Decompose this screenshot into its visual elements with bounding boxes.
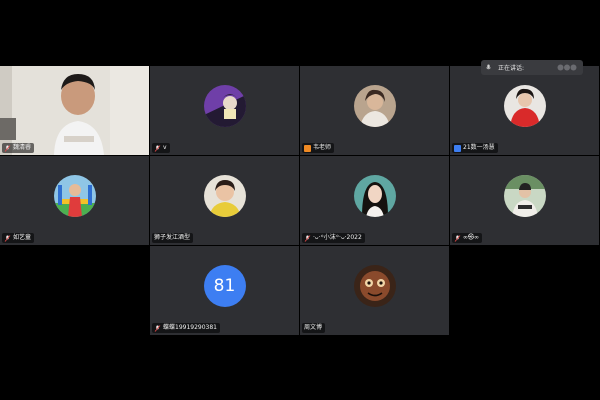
participant-tile[interactable]: 81 蝶蝶19919290381 <box>150 246 299 335</box>
participant-name: 如艺童 <box>13 234 32 241</box>
smiling-woman-avatar <box>203 175 246 217</box>
participant-nameplate: 21数一汤慧 <box>452 143 498 153</box>
woman-photo-avatar <box>353 85 396 127</box>
microphone-muted-icon <box>154 324 161 332</box>
participant-tile[interactable]: 韦老师 <box>300 66 449 155</box>
participant-tile[interactable]: 狮子发江酒型 <box>150 156 299 245</box>
participant-nameplate: 狮子发江酒型 <box>152 233 194 243</box>
camera-feed <box>0 66 149 155</box>
participant-name: ∞㉿∞ <box>463 234 479 241</box>
speaking-label: 正在讲话: <box>498 65 525 72</box>
participant-tile[interactable]: 21数一汤慧 <box>450 66 599 155</box>
meeting-gallery: 魏清睿 v 韦老师 21数一汤慧 如艺童 狮子发江酒型 ·ᴗ·꙳小沫꙳·ᴗ·20… <box>0 0 600 400</box>
participant-tile[interactable]: ∞㉿∞ <box>450 156 599 245</box>
participant-tile[interactable]: 魏清睿 <box>0 66 149 155</box>
participant-name: ·ᴗ·꙳小沫꙳·ᴗ·2022 <box>313 234 362 241</box>
participant-nameplate: 魏清睿 <box>2 143 35 153</box>
red-outfit-avatar <box>503 85 546 127</box>
participant-nameplate: ∞㉿∞ <box>452 233 482 243</box>
microphone-muted-icon <box>4 144 11 152</box>
anime-avatar <box>203 85 246 127</box>
participant-name: 魏清睿 <box>13 144 32 151</box>
microphone-muted-icon <box>304 234 311 242</box>
microphone-muted-icon <box>4 234 11 242</box>
participant-nameplate: 如艺童 <box>2 233 35 243</box>
participant-name: 周文博 <box>304 324 323 331</box>
participant-tile[interactable]: 周文博 <box>300 246 449 335</box>
brown-character-avatar <box>353 265 396 307</box>
active-speaker-indicator: 正在讲话: <box>481 60 583 75</box>
participant-nameplate: v <box>152 143 170 153</box>
figure-portrait-avatar <box>503 175 546 217</box>
participant-nameplate: ·ᴗ·꙳小沫꙳·ᴗ·2022 <box>302 233 365 243</box>
participant-name: 蝶蝶19919290381 <box>163 324 217 331</box>
speaking-dots-icon <box>557 64 577 71</box>
cohost-badge-icon <box>454 144 461 152</box>
dark-hair-woman-avatar <box>353 175 396 217</box>
number-avatar: 81 <box>203 265 246 307</box>
child-playground-avatar <box>53 175 96 217</box>
participant-nameplate: 蝶蝶19919290381 <box>152 323 220 333</box>
participant-tile[interactable]: ·ᴗ·꙳小沫꙳·ᴗ·2022 <box>300 156 449 245</box>
participant-name: 韦老师 <box>313 144 332 151</box>
microphone-icon <box>485 64 492 71</box>
participant-tile[interactable]: 如艺童 <box>0 156 149 245</box>
participant-nameplate: 周文博 <box>302 323 326 333</box>
microphone-muted-icon <box>154 144 161 152</box>
participant-tile[interactable]: v <box>150 66 299 155</box>
participant-name: 狮子发江酒型 <box>154 234 191 241</box>
host-badge-icon <box>304 144 311 152</box>
microphone-muted-icon <box>454 234 461 242</box>
participant-name: v <box>163 144 167 151</box>
participant-nameplate: 韦老师 <box>302 143 335 153</box>
participant-name: 21数一汤慧 <box>463 144 495 151</box>
